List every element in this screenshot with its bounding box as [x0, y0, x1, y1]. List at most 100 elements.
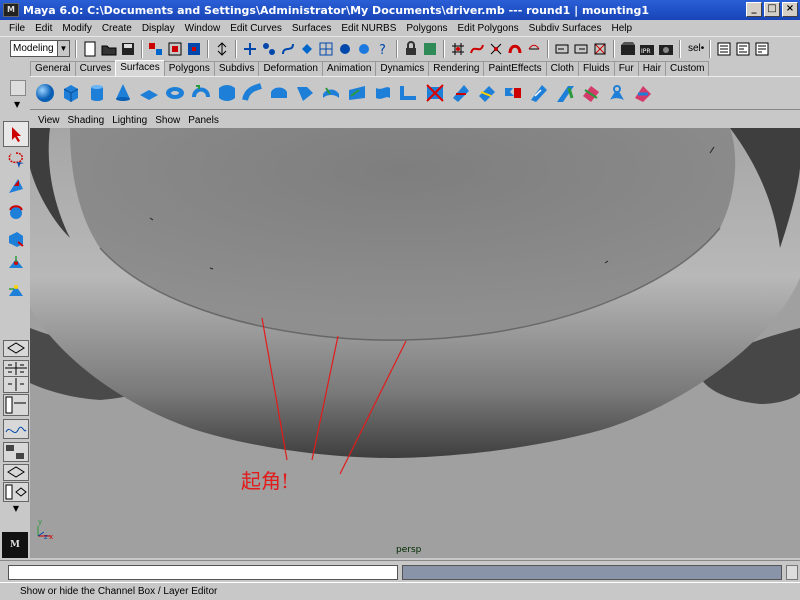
nurbs-circle-icon[interactable]	[188, 80, 214, 106]
shelf-tab-deformation[interactable]: Deformation	[258, 61, 323, 76]
make-live-icon[interactable]	[526, 41, 542, 57]
perspective-viewport[interactable]: y z x 起角! persp	[30, 128, 800, 558]
nurbs-cylinder-icon[interactable]	[84, 80, 110, 106]
select-object-icon[interactable]	[167, 41, 183, 57]
boundary-icon[interactable]	[344, 80, 370, 106]
detach-icon[interactable]	[578, 80, 604, 106]
layout-hypershade-icon[interactable]	[3, 442, 29, 462]
bevel-icon[interactable]	[396, 80, 422, 106]
snap-grid-icon[interactable]	[450, 41, 466, 57]
open-scene-icon[interactable]	[101, 41, 117, 57]
select-surfaces-icon[interactable]	[299, 41, 315, 57]
show-channel-box-icon[interactable]	[754, 41, 770, 57]
nurbs-cube-icon[interactable]	[58, 80, 84, 106]
shelf-tab-custom[interactable]: Custom	[665, 61, 710, 76]
show-tool-settings-icon[interactable]	[735, 41, 751, 57]
menu-help[interactable]: Help	[607, 23, 638, 34]
menu-set-selector[interactable]: Modeling ▼	[10, 40, 70, 57]
panel-menu-view[interactable]: View	[34, 115, 64, 126]
panel-menu-show[interactable]: Show	[151, 115, 184, 126]
nurbs-cone-icon[interactable]	[110, 80, 136, 106]
highlight-selection-icon[interactable]	[422, 41, 438, 57]
menu-window[interactable]: Window	[180, 23, 226, 34]
select-rendering-icon[interactable]	[356, 41, 372, 57]
move-tool-icon[interactable]	[3, 173, 29, 199]
project-curve-icon[interactable]	[448, 80, 474, 106]
select-component-icon[interactable]	[186, 41, 202, 57]
snap-view-plane-icon[interactable]	[507, 41, 523, 57]
menu-create[interactable]: Create	[97, 23, 137, 34]
lasso-tool-icon[interactable]	[3, 147, 29, 173]
ipr-render-icon[interactable]: IPR	[639, 41, 655, 57]
nurbs-torus-icon[interactable]	[162, 80, 188, 106]
planar-icon[interactable]	[266, 80, 292, 106]
render-view-icon[interactable]	[620, 41, 636, 57]
revolve-icon[interactable]	[214, 80, 240, 106]
maximize-button[interactable]: □	[764, 2, 780, 17]
show-attribute-editor-icon[interactable]	[716, 41, 732, 57]
menu-edit-nurbs[interactable]: Edit NURBS	[336, 23, 401, 34]
select-tool-icon[interactable]	[3, 121, 29, 147]
last-tool-icon[interactable]	[3, 307, 29, 333]
birail-icon[interactable]	[318, 80, 344, 106]
panel-menu-shading[interactable]: Shading	[64, 115, 109, 126]
script-editor-button[interactable]	[786, 565, 798, 580]
chevron-down-icon[interactable]: ▼	[14, 100, 20, 109]
close-button[interactable]: ×	[782, 2, 798, 17]
shelf-tab-fur[interactable]: Fur	[613, 61, 639, 76]
shelf-tab-polygons[interactable]: Polygons	[163, 61, 215, 76]
shelf-tab-hair[interactable]: Hair	[637, 61, 667, 76]
shelf-tab-curves[interactable]: Curves	[74, 61, 117, 76]
attach-icon[interactable]	[552, 80, 578, 106]
extrude-icon[interactable]	[292, 80, 318, 106]
menu-file[interactable]: File	[4, 23, 30, 34]
rotate-tool-icon[interactable]	[3, 199, 29, 225]
new-scene-icon[interactable]	[82, 41, 98, 57]
menu-subdiv-surfaces[interactable]: Subdiv Surfaces	[524, 23, 607, 34]
shelf-tab-fluids[interactable]: Fluids	[578, 61, 615, 76]
minimize-button[interactable]: _	[746, 2, 762, 17]
loft-icon[interactable]	[240, 80, 266, 106]
input-ops-icon[interactable]	[554, 41, 570, 57]
menu-surfaces[interactable]: Surfaces	[287, 23, 336, 34]
layout-persp-graph-icon[interactable]	[3, 464, 29, 481]
shelf-tab-dynamics[interactable]: Dynamics	[375, 61, 430, 76]
select-hierarchy-icon[interactable]	[148, 41, 164, 57]
trim-tool-icon[interactable]	[500, 80, 526, 106]
nurbs-plane-icon[interactable]	[136, 80, 162, 106]
rebuild-icon[interactable]	[630, 80, 656, 106]
untrim-icon[interactable]	[526, 80, 552, 106]
snap-curve-icon[interactable]	[469, 41, 485, 57]
layout-four-pane-icon[interactable]	[3, 360, 29, 377]
panel-menu-panels[interactable]: Panels	[184, 115, 223, 126]
render-settings-icon[interactable]	[658, 41, 674, 57]
shelf-tab-rendering[interactable]: Rendering	[428, 61, 485, 76]
intersect-icon[interactable]	[474, 80, 500, 106]
mask-menu-icon[interactable]	[214, 41, 230, 57]
layout-single-pane-icon[interactable]	[3, 340, 29, 357]
selection-field-label[interactable]: sel•	[688, 43, 704, 54]
panel-menu-lighting[interactable]: Lighting	[108, 115, 151, 126]
layout-graph-editor-icon[interactable]	[3, 419, 29, 439]
select-dynamics-icon[interactable]	[337, 41, 353, 57]
maya-app-icon[interactable]: M	[3, 3, 19, 17]
insert-isoparm-icon[interactable]	[604, 80, 630, 106]
menu-edit[interactable]: Edit	[30, 23, 57, 34]
layout-persp-outliner-icon[interactable]	[3, 482, 29, 502]
lock-selection-icon[interactable]	[403, 40, 419, 57]
menu-edit-curves[interactable]: Edit Curves	[225, 23, 287, 34]
layout-menu-arrow-icon[interactable]: ▼	[3, 504, 29, 521]
output-ops-icon[interactable]	[573, 41, 589, 57]
shelf-tab-surfaces[interactable]: Surfaces	[115, 60, 165, 76]
snap-point-icon[interactable]	[488, 41, 504, 57]
layout-two-pane-icon[interactable]	[3, 376, 29, 393]
shelf-tab-animation[interactable]: Animation	[321, 61, 377, 76]
soft-mod-tool-icon[interactable]	[3, 277, 29, 303]
construction-history-icon[interactable]	[592, 41, 608, 57]
shelf-tab-subdivs[interactable]: Subdivs	[213, 61, 260, 76]
nurbs-sphere-icon[interactable]	[32, 80, 58, 106]
layout-outliner-icon[interactable]	[3, 394, 29, 416]
menu-display[interactable]: Display	[137, 23, 180, 34]
select-curves-icon[interactable]	[280, 41, 296, 57]
delete-icon[interactable]	[422, 80, 448, 106]
